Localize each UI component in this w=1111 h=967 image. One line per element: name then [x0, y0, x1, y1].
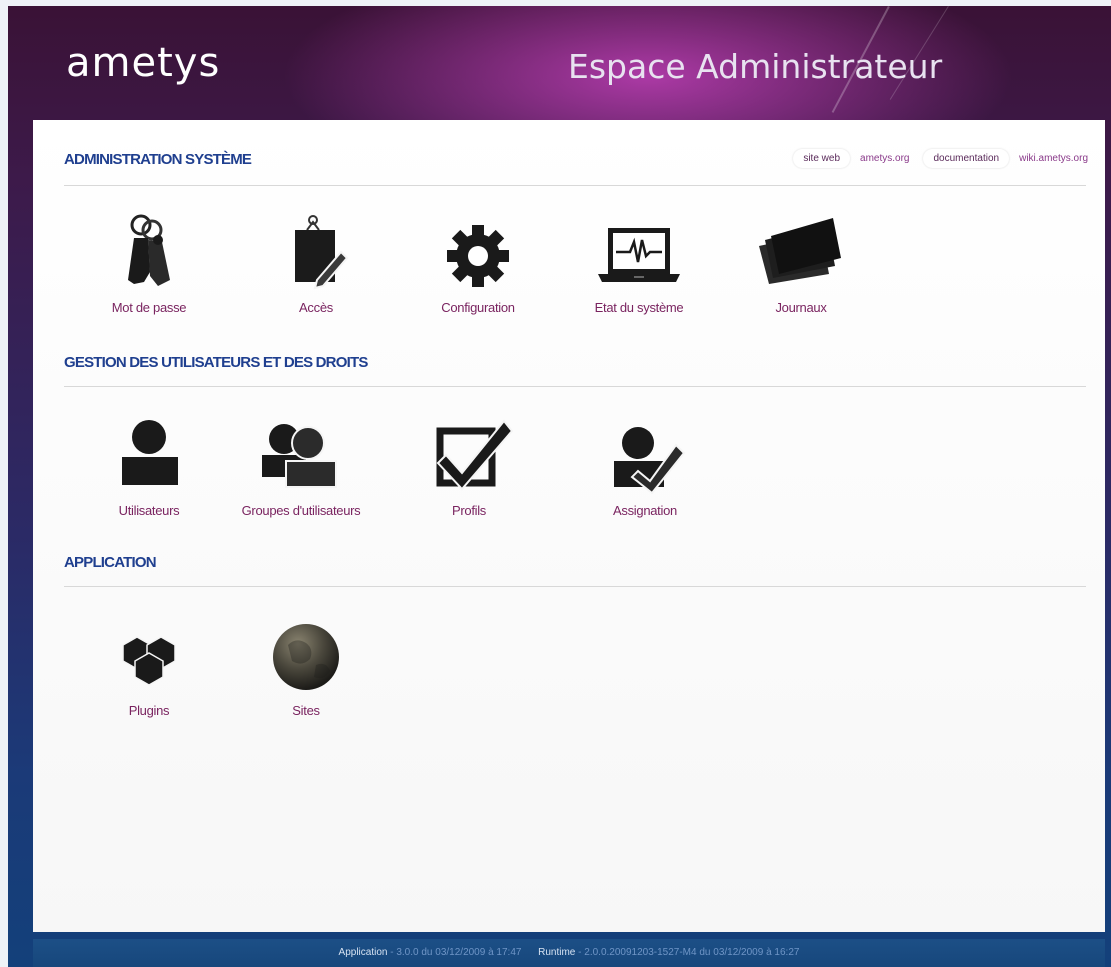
- menu-item-users[interactable]: Utilisateurs: [89, 415, 209, 518]
- menu-item-access[interactable]: Accès: [256, 212, 376, 315]
- menu-item-label: Journaux: [775, 300, 827, 315]
- menu-item-logs[interactable]: Journaux: [741, 212, 861, 315]
- runtime-version-value: - 2.0.0.20091203-1527-M4 du 03/12/2009 à…: [575, 947, 800, 958]
- menu-item-label: Sites: [292, 703, 320, 718]
- plugins-icon: [89, 615, 209, 695]
- menu-item-label: Configuration: [441, 300, 515, 315]
- section-divider: [64, 386, 1086, 387]
- section-divider: [64, 185, 1086, 186]
- version-footer: Application - 3.0.0 du 03/12/2009 à 17:4…: [33, 939, 1105, 967]
- main-panel: site web ametys.org documentation wiki.a…: [33, 120, 1105, 932]
- system-status-icon: [579, 212, 699, 292]
- documentation-link[interactable]: wiki.ametys.org: [1019, 153, 1088, 164]
- menu-item-label: Accès: [299, 300, 333, 315]
- section-title-users: GESTION DES UTILISATEURS ET DES DROITS: [64, 354, 368, 371]
- menu-item-label: Plugins: [128, 703, 170, 718]
- menu-item-user-groups[interactable]: Groupes d'utilisateurs: [241, 415, 361, 518]
- assign-icon: [585, 415, 705, 495]
- user-icon: [89, 415, 209, 495]
- application-version-label: Application: [338, 947, 388, 958]
- runtime-version-label: Runtime: [538, 947, 576, 958]
- menu-item-label: Utilisateurs: [118, 503, 180, 518]
- menu-item-label: Etat du système: [594, 300, 684, 315]
- globe-icon: [246, 615, 366, 695]
- website-label: site web: [793, 149, 851, 168]
- group-icon: [241, 415, 361, 495]
- menu-item-label: Groupes d'utilisateurs: [241, 503, 361, 518]
- menu-item-plugins[interactable]: Plugins: [89, 615, 209, 718]
- menu-item-assignment[interactable]: Assignation: [585, 415, 705, 518]
- gear-icon: [418, 212, 538, 292]
- section-title-application: APPLICATION: [64, 554, 157, 571]
- checkbox-icon: [409, 415, 529, 495]
- menu-item-label: Mot de passe: [111, 300, 187, 315]
- external-links: site web ametys.org documentation wiki.a…: [793, 149, 1088, 168]
- menu-item-profiles[interactable]: Profils: [409, 415, 529, 518]
- menu-item-system-status[interactable]: Etat du système: [579, 212, 699, 315]
- application-version-value: - 3.0.0 du 03/12/2009 à 17:47: [387, 947, 522, 958]
- logs-icon: [741, 212, 861, 292]
- website-link[interactable]: ametys.org: [860, 153, 909, 164]
- section-divider: [64, 586, 1086, 587]
- menu-item-label: Assignation: [613, 503, 677, 518]
- password-icon: [89, 212, 209, 292]
- menu-item-sites[interactable]: Sites: [246, 615, 366, 718]
- access-icon: [256, 212, 376, 292]
- menu-item-label: Profils: [451, 503, 487, 518]
- documentation-label: documentation: [923, 149, 1010, 168]
- menu-item-configuration[interactable]: Configuration: [418, 212, 538, 315]
- menu-item-password[interactable]: Mot de passe: [89, 212, 209, 315]
- page-title: Espace Administrateur: [568, 47, 943, 86]
- ametys-logo[interactable]: ametys: [66, 40, 220, 86]
- section-title-system: ADMINISTRATION SYSTÈME: [64, 151, 252, 168]
